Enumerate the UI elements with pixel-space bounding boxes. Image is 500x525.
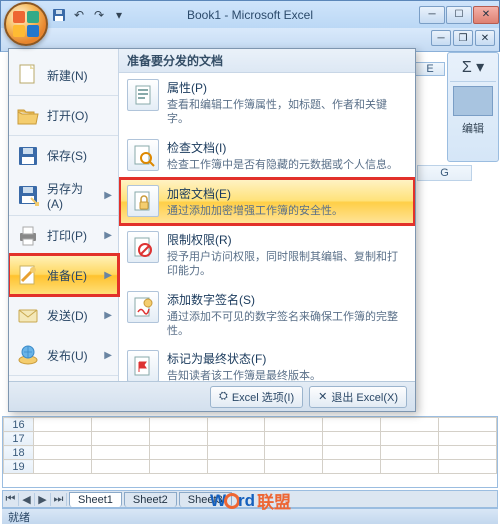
save-menu-icon	[15, 143, 41, 169]
save-as-icon	[15, 182, 41, 208]
send-icon	[15, 302, 41, 328]
office-menu-right: 准备要分发的文档 属性(P) 查看和编辑工作簿属性，如标题、作者和关键字。 检查…	[119, 49, 415, 381]
group-label: 编辑	[450, 120, 496, 136]
restrict-icon	[127, 231, 159, 263]
sub-item-signature[interactable]: 添加数字签名(S) 通过添加不可见的数字签名来确保工作簿的完整性。	[119, 285, 415, 345]
submenu-header: 准备要分发的文档	[119, 49, 415, 73]
window-controls: ─ ☐ ✕	[419, 6, 499, 24]
lock-icon	[127, 185, 159, 217]
tab-last-button[interactable]: ⏭	[51, 493, 67, 506]
row-header[interactable]: 18	[4, 446, 34, 460]
open-icon	[15, 103, 41, 129]
close-button[interactable]: ✕	[473, 6, 499, 24]
row-header[interactable]: 16	[4, 418, 34, 432]
ribbon-editing-group: Σ ▾ 编辑	[447, 52, 499, 162]
row-header[interactable]: 17	[4, 432, 34, 446]
workbook-close-button[interactable]: ✕	[475, 30, 495, 46]
status-text: 就绪	[8, 509, 30, 525]
quick-access-toolbar: ↶ ↷ ▾	[51, 7, 127, 23]
menu-item-new[interactable]: 新建(N)	[9, 55, 118, 95]
menu-item-open[interactable]: 打开(O)	[9, 95, 118, 135]
tab-prev-button[interactable]: ◀	[19, 493, 35, 506]
chevron-right-icon: ▶	[104, 230, 112, 241]
row-header[interactable]: 19	[4, 460, 34, 474]
chevron-right-icon: ▶	[104, 270, 112, 281]
tab-nav: ⏮ ◀ ▶ ⏭	[3, 493, 67, 506]
tab-next-button[interactable]: ▶	[35, 493, 51, 506]
menu-item-save-as[interactable]: 另存为(A) ▶	[9, 175, 118, 215]
menu-item-send[interactable]: 发送(D) ▶	[9, 295, 118, 335]
exit-icon: ✕	[318, 390, 327, 403]
qat-dropdown-icon[interactable]: ▾	[111, 7, 127, 23]
properties-icon	[127, 79, 159, 111]
autosum-button[interactable]: Σ ▾	[450, 57, 496, 82]
sub-item-restrict[interactable]: 限制权限(R) 授予用户访问权限，同时限制其编辑、复制和打印能力。	[119, 225, 415, 285]
tab-first-button[interactable]: ⏮	[3, 493, 19, 506]
final-icon	[127, 350, 159, 381]
save-icon[interactable]	[51, 7, 67, 23]
excel-options-button[interactable]: ⛭Excel 选项(I)	[210, 386, 303, 408]
sub-item-inspect[interactable]: 检查文档(I) 检查工作簿中是否有隐藏的元数据或个人信息。	[119, 133, 415, 178]
menu-item-print[interactable]: 打印(P) ▶	[9, 215, 118, 255]
workbook-restore-button[interactable]: ❐	[453, 30, 473, 46]
watermark: W r d 联盟	[210, 488, 291, 513]
sheet-tab-1[interactable]: Sheet1	[69, 492, 122, 507]
print-icon	[15, 223, 41, 249]
maximize-button[interactable]: ☐	[446, 6, 472, 24]
inspect-icon	[127, 139, 159, 171]
office-menu-left: 新建(N) 打开(O) 保存(S) 另存为(A) ▶ 打印(P) ▶	[9, 49, 119, 381]
signature-icon	[127, 291, 159, 323]
menu-item-save[interactable]: 保存(S)	[9, 135, 118, 175]
office-logo-icon	[13, 11, 39, 37]
menu-item-publish[interactable]: 发布(U) ▶	[9, 335, 118, 375]
menu-item-prepare[interactable]: 准备(E) ▶	[9, 255, 118, 295]
window-title: Book1 - Microsoft Excel	[187, 8, 313, 22]
column-header-e[interactable]: E	[415, 62, 445, 76]
new-icon	[15, 62, 41, 88]
sort-filter-button[interactable]	[453, 86, 493, 116]
sheet-tab-2[interactable]: Sheet2	[124, 492, 177, 507]
redo-icon[interactable]: ↷	[91, 7, 107, 23]
sub-item-properties[interactable]: 属性(P) 查看和编辑工作簿属性，如标题、作者和关键字。	[119, 73, 415, 133]
titlebar: ↶ ↷ ▾ Book1 - Microsoft Excel ─ ☐ ✕	[0, 0, 500, 28]
publish-icon	[15, 342, 41, 368]
column-header-g[interactable]: G	[417, 165, 472, 181]
workbook-minimize-button[interactable]: ─	[431, 30, 451, 46]
worksheet-grid[interactable]: 16 17 18 19	[2, 416, 498, 488]
chevron-right-icon: ▶	[104, 350, 112, 361]
options-icon: ⛭	[219, 390, 228, 403]
office-button[interactable]	[4, 2, 48, 46]
undo-icon[interactable]: ↶	[71, 7, 87, 23]
menu-item-close[interactable]: 关闭(C)	[9, 375, 118, 381]
sub-item-final[interactable]: 标记为最终状态(F) 告知读者该工作簿是最终版本。	[119, 344, 415, 381]
chevron-right-icon: ▶	[104, 190, 112, 201]
sub-item-encrypt[interactable]: 加密文档(E) 通过添加加密增强工作簿的安全性。	[119, 178, 415, 225]
prepare-icon	[15, 262, 41, 288]
office-menu-footer: ⛭Excel 选项(I) ✕退出 Excel(X)	[9, 381, 415, 411]
exit-excel-button[interactable]: ✕退出 Excel(X)	[309, 386, 407, 408]
office-menu: 新建(N) 打开(O) 保存(S) 另存为(A) ▶ 打印(P) ▶	[8, 48, 416, 412]
minimize-button[interactable]: ─	[419, 6, 445, 24]
chevron-right-icon: ▶	[104, 310, 112, 321]
